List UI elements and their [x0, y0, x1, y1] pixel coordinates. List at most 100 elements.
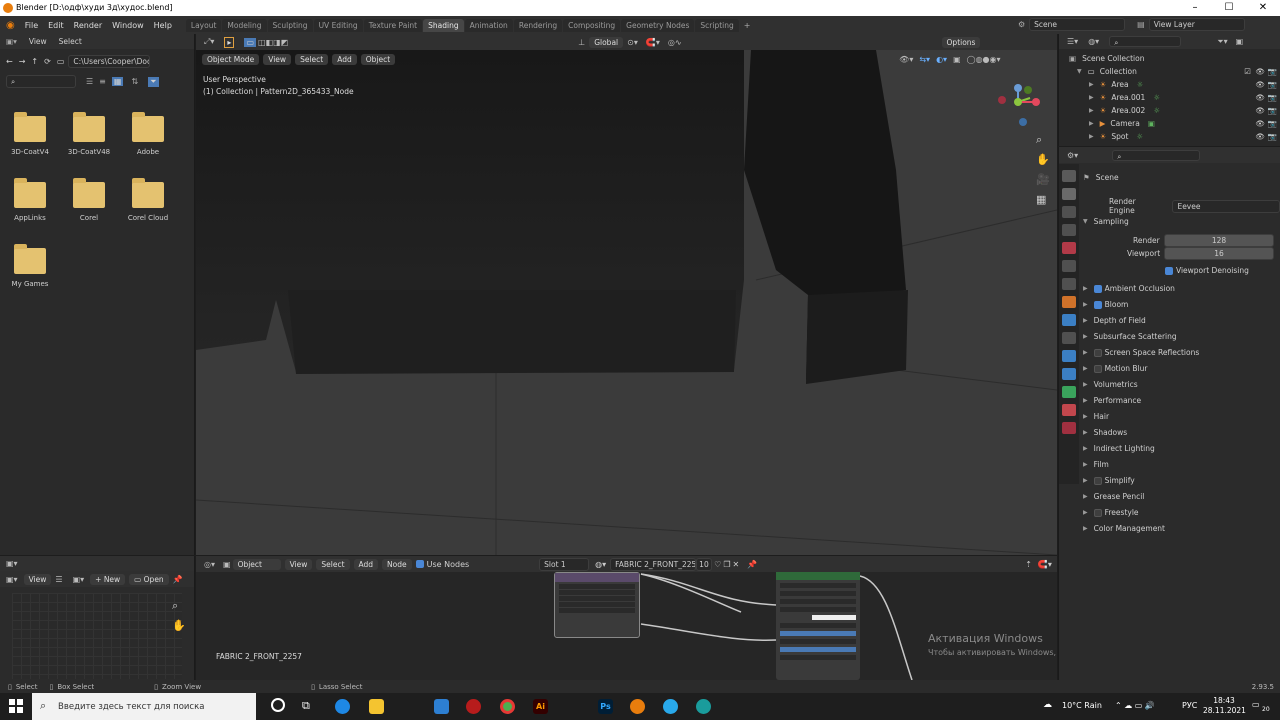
expand-icon[interactable]: ▶ [1083, 429, 1088, 436]
list-view-icon[interactable]: ☰ [86, 77, 93, 86]
properties-panel-header[interactable]: ▶ Shadows [1083, 428, 1127, 437]
camera-icon[interactable]: 📷 [1268, 119, 1277, 128]
folder-item[interactable]: 3D-CoatV4 [3, 112, 57, 156]
photoshop-icon[interactable]: Ps [598, 699, 613, 714]
path-field[interactable]: C:\Users\Cooper\Docu... [68, 55, 151, 68]
eye-icon[interactable]: 👁 [1255, 67, 1265, 76]
windows-start-icon[interactable] [9, 699, 23, 713]
select-mode-new-icon[interactable]: ▭ [244, 37, 256, 47]
navigation-gizmo[interactable] [996, 84, 1050, 128]
panel-checkbox[interactable] [1093, 300, 1102, 309]
tab-layout[interactable]: Layout [185, 18, 222, 32]
node-snap-icon[interactable]: 🧲▾ [1038, 560, 1052, 569]
tab-rendering[interactable]: Rendering [513, 18, 563, 32]
properties-panel-header[interactable]: ▶ Hair [1083, 412, 1109, 421]
parent-dir-icon[interactable]: ↑ [31, 57, 38, 66]
pin-icon[interactable]: 📌 [173, 575, 183, 584]
pan-hand-icon[interactable]: ✋ [1036, 150, 1050, 170]
tab-shading[interactable]: Shading [423, 18, 464, 32]
maximize-button[interactable]: ☐ [1212, 0, 1246, 16]
folder-item[interactable]: 3D-CoatV48 [62, 112, 116, 156]
expand-icon[interactable]: ▶ [1083, 365, 1088, 372]
file-explorer-icon[interactable] [369, 699, 384, 714]
tab-modifier-icon[interactable] [1062, 314, 1076, 326]
minimize-button[interactable]: – [1178, 0, 1212, 16]
expand-icon[interactable]: ▶ [1089, 81, 1094, 88]
vp-menu-add[interactable]: Add [332, 53, 357, 65]
tab-physics-icon[interactable] [1062, 350, 1076, 362]
short-list-icon[interactable]: ≡ [99, 77, 106, 86]
editor-type-icon[interactable]: ▣▾ [6, 37, 17, 46]
eye-icon[interactable]: 👁 [1255, 119, 1265, 128]
properties-panel-header[interactable]: ▶ Screen Space Reflections [1083, 348, 1199, 357]
fb-menu-view[interactable]: View [29, 37, 47, 46]
image-menu-view[interactable]: View [23, 573, 52, 585]
menu-window[interactable]: Window [112, 21, 144, 30]
expand-icon[interactable]: ▶ [1083, 333, 1088, 340]
visibility-icon[interactable]: 👁▾ [899, 55, 913, 64]
view-layer-selector[interactable]: View Layer [1148, 18, 1245, 31]
expand-icon[interactable]: ▼ [1077, 68, 1082, 75]
thumbnail-view-icon[interactable]: ▦ [111, 77, 124, 86]
outliner-row[interactable]: ▼ ▭ Collection ☑ 👁 📷 [1059, 65, 1280, 78]
camera-icon[interactable]: 📷 [1268, 132, 1277, 141]
outliner-row[interactable]: ▣ Scene Collection [1059, 52, 1280, 65]
properties-panel-header[interactable]: ▶ Motion Blur [1083, 364, 1148, 373]
close-button[interactable]: ✕ [1246, 0, 1280, 16]
image-browse-icon[interactable]: ▣▾ [73, 575, 85, 584]
scene-selector[interactable]: Scene [1029, 18, 1126, 31]
app-red-icon[interactable] [466, 699, 481, 714]
folder-item[interactable]: Corel Cloud [121, 178, 175, 222]
node-overlay-icon[interactable]: ⇡ [1025, 560, 1032, 569]
menu-render[interactable]: Render [74, 21, 102, 30]
panel-checkbox[interactable] [1093, 284, 1102, 293]
properties-panel-header[interactable]: ▶ Indirect Lighting [1083, 444, 1155, 453]
viewport-denoising-checkbox[interactable] [1165, 266, 1173, 275]
weather-text[interactable]: 10°C Rain [1062, 701, 1102, 710]
snap-icon[interactable]: 🧲▾ [646, 38, 660, 47]
duplicate-material-icon[interactable]: ❐ [723, 560, 730, 569]
tab-data-icon[interactable] [1062, 386, 1076, 398]
expand-icon[interactable]: ▶ [1083, 509, 1088, 516]
properties-panel-header[interactable]: ▶ Performance [1083, 396, 1141, 405]
tab-scene-icon[interactable] [1062, 242, 1076, 254]
unlink-material-icon[interactable]: ✕ [733, 560, 740, 569]
filter-icon[interactable]: ⏷ [148, 76, 159, 87]
outliner-row[interactable]: ▶ ▶ Camera ▣ 👁 📷 [1059, 117, 1280, 130]
camera-view-icon[interactable]: 🎥 [1036, 170, 1050, 190]
outliner-search-input[interactable]: ⌕ [1109, 36, 1182, 47]
image-zoom-icon[interactable]: ⌕ [172, 596, 186, 616]
outliner-row[interactable]: ▶ ☀ Area ☼ 👁 📷 [1059, 78, 1280, 91]
node-menu-node[interactable]: Node [382, 558, 412, 570]
chrome-icon[interactable] [500, 699, 515, 714]
node-editor-type-icon[interactable]: ◎▾ [204, 560, 215, 569]
options-dropdown[interactable]: Options [941, 36, 981, 48]
mail-icon[interactable] [434, 699, 449, 714]
outliner-row[interactable]: ▶ ☀ Area.002 ☼ 👁 📷 [1059, 104, 1280, 117]
render-engine-dropdown[interactable]: Eevee [1172, 199, 1280, 213]
tab-sculpting[interactable]: Sculpting [267, 18, 313, 32]
overlay-icon[interactable]: ◐▾ [936, 55, 947, 64]
expand-icon[interactable]: ▶ [1083, 445, 1088, 452]
new-folder-icon[interactable]: ▭ [57, 57, 65, 66]
tab-modeling[interactable]: Modeling [222, 18, 267, 32]
expand-icon[interactable]: ▶ [1083, 477, 1088, 484]
pivot-icon[interactable]: ⊙▾ [627, 38, 638, 47]
properties-panel-header[interactable]: ▶ Volumetrics [1083, 380, 1138, 389]
tab-texture-paint[interactable]: Texture Paint [363, 18, 423, 32]
tab-collection-icon[interactable] [1062, 278, 1076, 290]
properties-panel-header[interactable]: ▶ Color Management [1083, 524, 1165, 533]
app-teal-icon[interactable] [696, 699, 711, 714]
material-browse-icon[interactable]: ◍▾ [595, 560, 606, 569]
expand-icon[interactable]: ▶ [1083, 493, 1088, 500]
properties-panel-header[interactable]: ▶ Depth of Field [1083, 316, 1146, 325]
display-mode-icon[interactable]: ◍▾ [1088, 37, 1099, 46]
expand-icon[interactable]: ▶ [1083, 525, 1088, 532]
tab-texture-icon[interactable] [1062, 422, 1076, 434]
properties-panel-header[interactable]: ▶ Simplify [1083, 476, 1135, 485]
viewport-denoising-row[interactable]: Viewport Denoising [1165, 266, 1249, 275]
image-editor-icon[interactable]: ▣▾ [6, 575, 18, 584]
outliner-filter-icon[interactable]: ⏷▾ [1217, 37, 1227, 47]
panel-checkbox[interactable] [1093, 508, 1102, 517]
blender-menu-icon[interactable]: ◉ [6, 20, 15, 31]
